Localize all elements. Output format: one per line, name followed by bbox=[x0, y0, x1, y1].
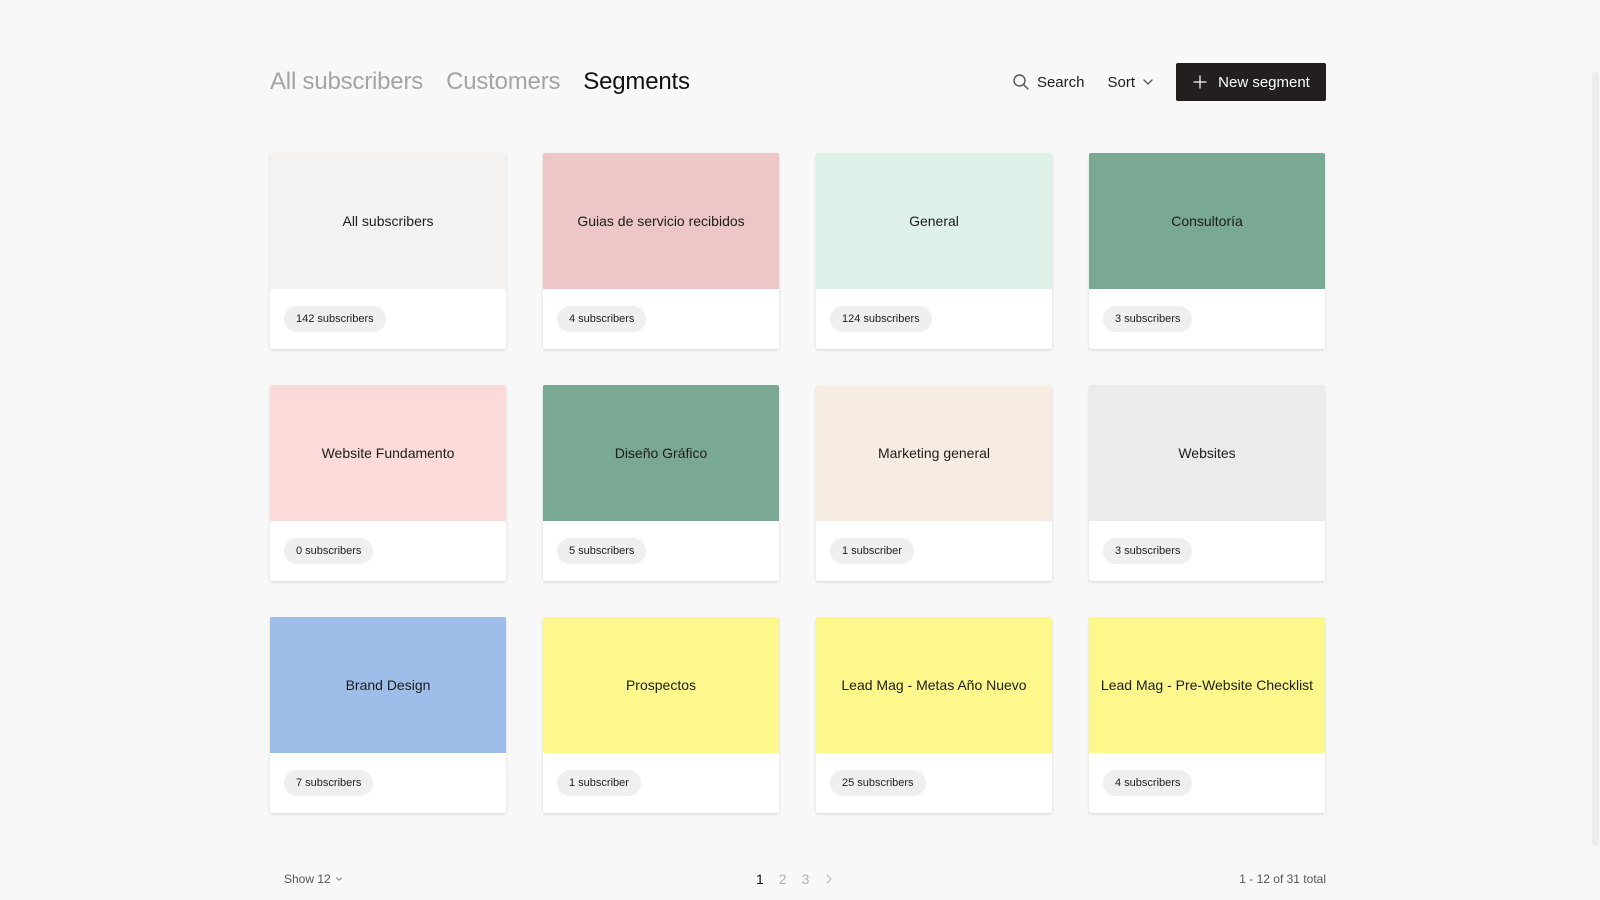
segment-color-area: Website Fundamento bbox=[270, 385, 506, 521]
subscriber-count-badge: 5 subscribers bbox=[557, 538, 647, 564]
tab-customers[interactable]: Customers bbox=[446, 60, 560, 104]
subscriber-count-badge: 0 subscribers bbox=[284, 538, 374, 564]
chevron-down-icon bbox=[1142, 76, 1154, 88]
scrollbar-thumb[interactable] bbox=[1592, 72, 1599, 846]
segment-color-area: Marketing general bbox=[816, 385, 1052, 521]
segment-card[interactable]: Marketing general 1 subscriber bbox=[816, 385, 1052, 581]
segment-title: General bbox=[909, 213, 959, 229]
segment-card[interactable]: Websites 3 subscribers bbox=[1089, 385, 1325, 581]
search-label: Search bbox=[1036, 73, 1085, 91]
pagination-footer: Show 12 1 2 3 1 - 12 of 31 total bbox=[270, 865, 1326, 893]
next-page-button[interactable] bbox=[824, 873, 834, 885]
segment-card-footer: 1 subscriber bbox=[543, 753, 779, 813]
new-segment-label: New segment bbox=[1218, 73, 1310, 91]
segment-card[interactable]: Lead Mag - Metas Año Nuevo 25 subscriber… bbox=[816, 617, 1052, 813]
subscriber-count-badge: 25 subscribers bbox=[830, 770, 926, 796]
subscriber-count-badge: 124 subscribers bbox=[830, 306, 932, 332]
segment-color-area: Brand Design bbox=[270, 617, 506, 753]
segment-card[interactable]: Consultoría 3 subscribers bbox=[1089, 153, 1325, 349]
segment-grid: All subscribers 142 subscribers Guias de… bbox=[270, 153, 1326, 813]
segment-card-footer: 4 subscribers bbox=[543, 289, 779, 349]
segment-color-area: Guias de servicio recibidos bbox=[543, 153, 779, 289]
page-scrollbar[interactable] bbox=[1590, 0, 1600, 900]
subscriber-count-badge: 1 subscriber bbox=[830, 538, 914, 564]
subscriber-count-badge: 4 subscribers bbox=[1103, 770, 1193, 796]
segment-title: Prospectos bbox=[625, 677, 697, 693]
subscriber-count-badge: 1 subscriber bbox=[557, 770, 641, 796]
segment-color-area: Lead Mag - Pre-Website Checklist bbox=[1089, 617, 1325, 753]
segment-card[interactable]: Guias de servicio recibidos 4 subscriber… bbox=[543, 153, 779, 349]
segment-card[interactable]: Lead Mag - Pre-Website Checklist 4 subsc… bbox=[1089, 617, 1325, 813]
new-segment-button[interactable]: New segment bbox=[1176, 63, 1326, 101]
subscriber-tabs: All subscribers Customers Segments bbox=[270, 60, 690, 104]
segment-title: Website Fundamento bbox=[321, 445, 455, 461]
sort-label: Sort bbox=[1107, 73, 1135, 91]
subscriber-count-badge: 3 subscribers bbox=[1103, 538, 1193, 564]
segment-title: Websites bbox=[1178, 445, 1236, 461]
segment-card[interactable]: General 124 subscribers bbox=[816, 153, 1052, 349]
segment-title: Consultoría bbox=[1171, 213, 1243, 229]
page-size-label: Show 12 bbox=[284, 872, 331, 886]
segment-color-area: Consultoría bbox=[1089, 153, 1325, 289]
sort-button[interactable]: Sort bbox=[1107, 74, 1154, 91]
subscriber-count-badge: 142 subscribers bbox=[284, 306, 386, 332]
segment-card[interactable]: Brand Design 7 subscribers bbox=[270, 617, 506, 813]
segment-card-footer: 7 subscribers bbox=[270, 753, 506, 813]
segment-card[interactable]: Diseño Gráfico 5 subscribers bbox=[543, 385, 779, 581]
tab-segments[interactable]: Segments bbox=[583, 60, 690, 104]
page-number-1[interactable]: 1 bbox=[756, 870, 764, 888]
page-size-select[interactable]: Show 12 bbox=[284, 872, 343, 886]
segment-title: All subscribers bbox=[342, 213, 434, 229]
segment-color-area: Prospectos bbox=[543, 617, 779, 753]
segment-card-footer: 142 subscribers bbox=[270, 289, 506, 349]
segment-card-footer: 124 subscribers bbox=[816, 289, 1052, 349]
segment-title: Marketing general bbox=[877, 445, 991, 461]
plus-icon bbox=[1192, 74, 1208, 90]
segment-card[interactable]: Prospectos 1 subscriber bbox=[543, 617, 779, 813]
segment-color-area: All subscribers bbox=[270, 153, 506, 289]
segment-title: Lead Mag - Pre-Website Checklist bbox=[1100, 677, 1314, 693]
segment-card-footer: 4 subscribers bbox=[1089, 753, 1325, 813]
chevron-down-icon bbox=[335, 875, 343, 883]
subscriber-count-badge: 4 subscribers bbox=[557, 306, 647, 332]
top-bar: All subscribers Customers Segments Searc… bbox=[270, 60, 1326, 104]
search-button[interactable]: Search bbox=[1012, 73, 1085, 91]
total-count: 1 - 12 of 31 total bbox=[1239, 872, 1326, 886]
segment-card[interactable]: All subscribers 142 subscribers bbox=[270, 153, 506, 349]
segment-color-area: General bbox=[816, 153, 1052, 289]
segment-card[interactable]: Website Fundamento 0 subscribers bbox=[270, 385, 506, 581]
segment-card-footer: 25 subscribers bbox=[816, 753, 1052, 813]
segment-title: Guias de servicio recibidos bbox=[577, 213, 745, 229]
segment-title: Brand Design bbox=[345, 677, 431, 693]
segment-card-footer: 3 subscribers bbox=[1089, 521, 1325, 581]
chevron-right-icon bbox=[824, 873, 834, 885]
toolbar-actions: Search Sort New segment bbox=[1012, 60, 1326, 104]
page-number-3[interactable]: 3 bbox=[802, 870, 810, 888]
page-number-2[interactable]: 2 bbox=[779, 870, 787, 888]
search-icon bbox=[1012, 73, 1030, 91]
segment-card-footer: 0 subscribers bbox=[270, 521, 506, 581]
segment-card-footer: 1 subscriber bbox=[816, 521, 1052, 581]
segment-card-footer: 3 subscribers bbox=[1089, 289, 1325, 349]
segment-color-area: Websites bbox=[1089, 385, 1325, 521]
segment-card-footer: 5 subscribers bbox=[543, 521, 779, 581]
subscriber-count-badge: 3 subscribers bbox=[1103, 306, 1193, 332]
segment-title: Lead Mag - Metas Año Nuevo bbox=[841, 677, 1027, 693]
pagination: 1 2 3 bbox=[756, 870, 834, 888]
segments-page: All subscribers Customers Segments Searc… bbox=[270, 60, 1326, 900]
segment-title: Diseño Gráfico bbox=[614, 445, 708, 461]
subscriber-count-badge: 7 subscribers bbox=[284, 770, 374, 796]
segment-color-area: Lead Mag - Metas Año Nuevo bbox=[816, 617, 1052, 753]
tab-all-subscribers[interactable]: All subscribers bbox=[270, 60, 423, 104]
segment-color-area: Diseño Gráfico bbox=[543, 385, 779, 521]
